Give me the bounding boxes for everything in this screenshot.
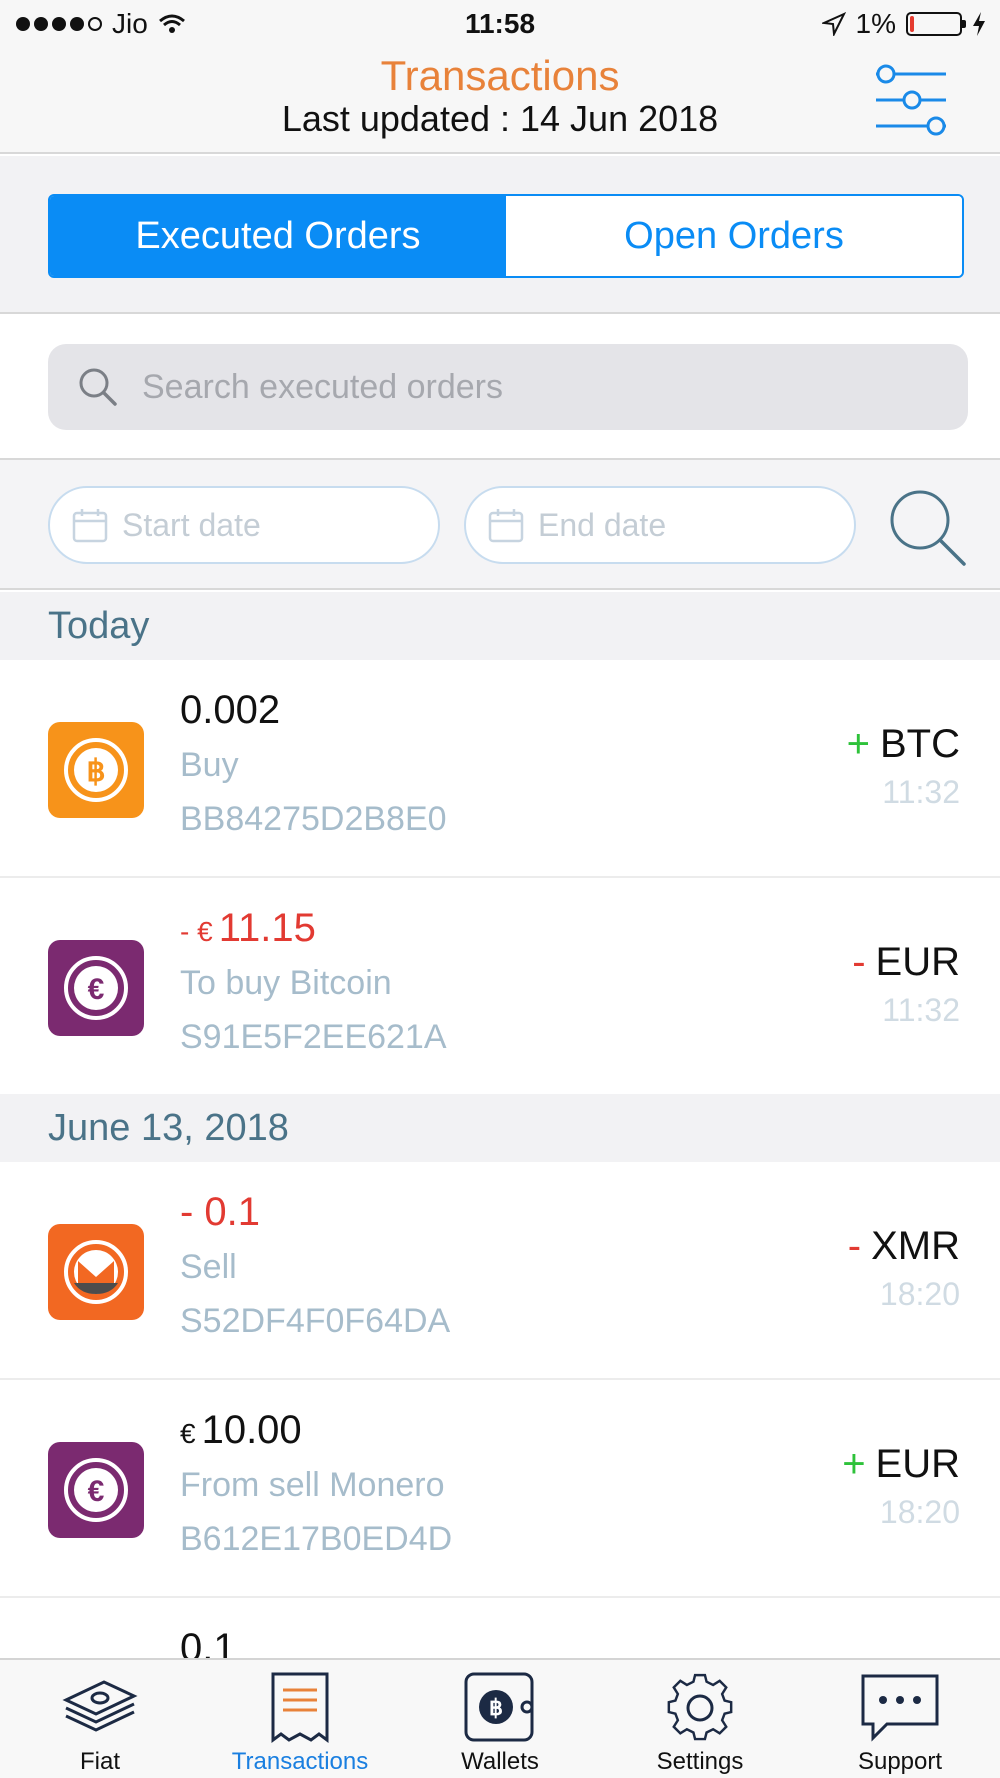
transaction-amount: 0.002 xyxy=(180,688,280,733)
transaction-row[interactable]: - 0.1 Sell S52DF4F0F64DA - XMR 18:20 xyxy=(0,1162,1000,1380)
date-search-icon[interactable] xyxy=(886,486,968,568)
location-arrow-icon xyxy=(821,12,846,36)
sign-indicator: - xyxy=(847,1224,862,1268)
monero-icon xyxy=(48,1224,144,1320)
transaction-amount: 0.1 xyxy=(180,1626,236,1658)
tab-label: Wallets xyxy=(461,1748,539,1775)
tab-label: Support xyxy=(857,1748,943,1775)
euro-icon: € xyxy=(48,940,144,1036)
svg-text:€: € xyxy=(88,1475,105,1508)
tab-bar: Fiat Transactions ฿ Wallets Settings Sup… xyxy=(0,1658,1000,1778)
chat-bubble-icon xyxy=(861,1674,939,1742)
transaction-time: 18:20 xyxy=(879,1494,960,1530)
tab-wallets[interactable]: ฿ Wallets xyxy=(400,1660,600,1778)
transaction-row[interactable]: € - €11.15 To buy Bitcoin S91E5F2EE621A … xyxy=(0,878,1000,1096)
transaction-row-partial[interactable]: 0.1 xyxy=(0,1598,1000,1658)
transaction-label: Buy xyxy=(180,746,239,784)
battery-icon xyxy=(906,12,966,36)
sign-indicator: + xyxy=(842,1442,866,1486)
start-date-field[interactable] xyxy=(48,486,440,564)
bitcoin-wallet-icon: ฿ xyxy=(464,1672,534,1742)
transaction-row[interactable]: € €10.00 From sell Monero B612E17B0ED4D … xyxy=(0,1380,1000,1598)
receipt-icon xyxy=(271,1672,329,1743)
start-date-input[interactable] xyxy=(122,506,422,544)
transaction-amount: - €11.15 xyxy=(180,906,316,951)
transaction-label: To buy Bitcoin xyxy=(180,964,392,1002)
transaction-amount: €10.00 xyxy=(180,1408,302,1453)
transaction-time: 11:32 xyxy=(882,774,960,810)
search-icon xyxy=(79,368,117,406)
amount-value: 11.15 xyxy=(218,906,316,950)
status-bar-right: 1% xyxy=(821,8,986,40)
transaction-id: BB84275D2B8E0 xyxy=(180,800,447,838)
gear-icon xyxy=(667,1673,733,1741)
transaction-id: S52DF4F0F64DA xyxy=(180,1302,451,1340)
tab-label: Transactions xyxy=(231,1748,369,1775)
tab-executed-orders[interactable]: Executed Orders xyxy=(50,196,506,276)
tab-open-orders[interactable]: Open Orders xyxy=(506,196,962,276)
charging-bolt-icon xyxy=(973,12,985,36)
transaction-symbol: + BTC xyxy=(847,722,960,767)
date-filter xyxy=(0,460,1000,590)
transaction-label: Sell xyxy=(180,1248,237,1286)
tab-label: Fiat xyxy=(79,1748,120,1775)
svg-text:฿: ฿ xyxy=(489,1695,503,1720)
status-bar: Jio 11:58 1% xyxy=(0,0,1000,50)
amount-value: - 0.1 xyxy=(180,1190,261,1234)
transaction-time: 18:20 xyxy=(879,1276,960,1312)
transaction-row[interactable]: ฿ 0.002 Buy BB84275D2B8E0 + BTC 11:32 xyxy=(0,660,1000,878)
euro-icon: € xyxy=(48,1442,144,1538)
tab-fiat[interactable]: Fiat xyxy=(0,1660,200,1778)
tab-support[interactable]: Support xyxy=(800,1660,1000,1778)
tab-label: Settings xyxy=(656,1748,744,1775)
svg-text:฿: ฿ xyxy=(86,755,105,788)
transaction-time: 11:32 xyxy=(882,992,960,1028)
transaction-id: B612E17B0ED4D xyxy=(180,1520,453,1558)
svg-text:€: € xyxy=(88,973,105,1006)
sign-indicator: - xyxy=(852,940,866,984)
currency-code: XMR xyxy=(871,1224,960,1268)
transaction-symbol: - EUR xyxy=(852,940,960,985)
transaction-label: From sell Monero xyxy=(180,1466,445,1504)
calendar-icon xyxy=(72,509,108,543)
calendar-icon xyxy=(488,509,524,543)
currency-prefix: - € xyxy=(180,916,213,947)
nav-header: Transactions Last updated : 14 Jun 2018 xyxy=(0,50,1000,154)
banknotes-icon xyxy=(62,1680,138,1732)
page-title: Transactions xyxy=(380,52,620,99)
sliders-icon[interactable] xyxy=(872,62,950,140)
search-bar xyxy=(48,344,968,430)
search-container xyxy=(0,314,1000,460)
currency-code: BTC xyxy=(880,722,960,766)
orders-segmented-control: Executed Orders Open Orders xyxy=(48,194,964,278)
currency-code: EUR xyxy=(875,1442,960,1486)
end-date-field[interactable] xyxy=(464,486,856,564)
amount-value: 0.002 xyxy=(180,688,281,732)
transaction-symbol: - XMR xyxy=(848,1224,960,1269)
sign-indicator: + xyxy=(846,722,870,766)
tab-settings[interactable]: Settings xyxy=(600,1660,800,1778)
search-input[interactable] xyxy=(142,367,902,407)
currency-code: EUR xyxy=(875,940,960,984)
tab-transactions[interactable]: Transactions xyxy=(200,1660,400,1778)
battery-percent: 1% xyxy=(855,8,896,39)
end-date-input[interactable] xyxy=(538,506,838,544)
transaction-id: S91E5F2EE621A xyxy=(180,1018,447,1056)
transaction-symbol: + EUR xyxy=(842,1442,960,1487)
amount-value: 10.00 xyxy=(201,1408,302,1452)
section-header-today: Today xyxy=(0,592,1000,660)
segment-container: Executed Orders Open Orders xyxy=(0,156,1000,314)
transaction-amount: - 0.1 xyxy=(180,1190,260,1235)
last-updated-text: Last updated : 14 Jun 2018 xyxy=(281,98,719,139)
section-header-june-13: June 13, 2018 xyxy=(0,1094,1000,1162)
currency-prefix: € xyxy=(180,1418,196,1449)
bitcoin-icon: ฿ xyxy=(48,722,144,818)
